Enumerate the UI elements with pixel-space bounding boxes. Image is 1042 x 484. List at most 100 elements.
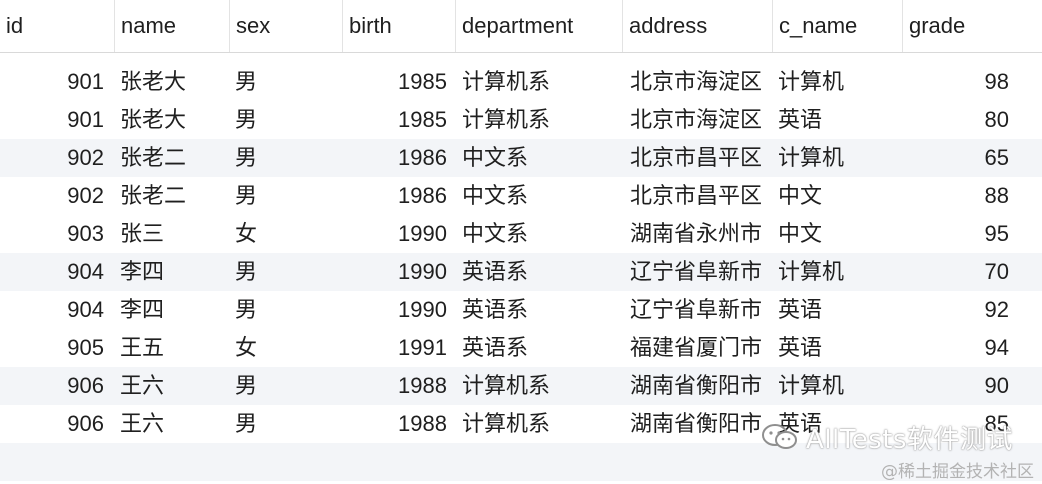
cell-sex[interactable]: 男	[235, 367, 335, 405]
cell-c-name[interactable]: 英语	[778, 291, 898, 329]
cell-sex[interactable]: 男	[235, 177, 335, 215]
cell-grade[interactable]: 90	[905, 367, 1013, 405]
column-header-sex[interactable]: sex	[230, 0, 343, 52]
cell-address[interactable]: 北京市海淀区	[630, 63, 775, 101]
cell-grade[interactable]: 94	[905, 329, 1013, 367]
cell-grade[interactable]: 65	[905, 139, 1013, 177]
cell-department[interactable]: 英语系	[462, 329, 622, 367]
cell-address[interactable]: 北京市昌平区	[630, 177, 775, 215]
cell-name[interactable]: 李四	[120, 291, 225, 329]
column-header-c-name[interactable]: c_name	[773, 0, 903, 52]
cell-grade[interactable]: 80	[905, 101, 1013, 139]
grid-header: id name sex birth department address c_n…	[0, 0, 1042, 53]
cell-c-name[interactable]: 计算机	[778, 367, 898, 405]
cell-grade[interactable]: 70	[905, 253, 1013, 291]
cell-department[interactable]: 中文系	[462, 139, 622, 177]
table-row[interactable]: 901 张老大男 1985 计算机系 北京市海淀区 计算机 98	[0, 63, 1042, 101]
cell-c-name[interactable]: 中文	[778, 177, 898, 215]
cell-address[interactable]: 北京市海淀区	[630, 101, 775, 139]
table-row[interactable]: 903 张三女 1990 中文系 湖南省永州市 中文 95	[0, 215, 1042, 253]
cell-sex[interactable]: 男	[235, 101, 335, 139]
cell-c-name[interactable]: 计算机	[778, 139, 898, 177]
cell-department[interactable]: 计算机系	[462, 405, 622, 443]
table-row[interactable]: 904 李四男 1990 英语系 辽宁省阜新市 英语 92	[0, 291, 1042, 329]
cell-department[interactable]: 英语系	[462, 253, 622, 291]
cell-grade[interactable]: 92	[905, 291, 1013, 329]
cell-id[interactable]: 905	[0, 329, 108, 367]
column-header-department[interactable]: department	[456, 0, 623, 52]
cell-sex[interactable]: 女	[235, 329, 335, 367]
cell-id[interactable]: 901	[0, 63, 108, 101]
cell-c-name[interactable]: 计算机	[778, 253, 898, 291]
table-row[interactable]: 902 张老二男 1986 中文系 北京市昌平区 计算机 65	[0, 139, 1042, 177]
column-header-id[interactable]: id	[0, 0, 115, 52]
cell-grade[interactable]: 95	[905, 215, 1013, 253]
watermark: AllTests软件测试	[760, 420, 1030, 455]
cell-sex[interactable]: 男	[235, 291, 335, 329]
cell-c-name[interactable]: 中文	[778, 215, 898, 253]
cell-department[interactable]: 中文系	[462, 215, 622, 253]
cell-c-name[interactable]: 计算机	[778, 63, 898, 101]
table-row[interactable]: 902 张老二男 1986 中文系 北京市昌平区 中文 88	[0, 177, 1042, 215]
cell-sex[interactable]: 女	[235, 215, 335, 253]
cell-id[interactable]: 902	[0, 177, 108, 215]
cell-birth[interactable]: 1986	[343, 139, 451, 177]
cell-sex[interactable]: 男	[235, 63, 335, 101]
watermark-text: AllTests软件测试	[806, 424, 1013, 455]
table-row[interactable]: 901 张老大男 1985 计算机系 北京市海淀区 英语 80	[0, 101, 1042, 139]
cell-address[interactable]: 湖南省衡阳市	[630, 367, 775, 405]
cell-birth[interactable]: 1988	[343, 405, 451, 443]
source-label: @稀土掘金技术社区	[881, 462, 1034, 482]
cell-id[interactable]: 906	[0, 367, 108, 405]
cell-id[interactable]: 902	[0, 139, 108, 177]
cell-id[interactable]: 904	[0, 253, 108, 291]
cell-birth[interactable]: 1990	[343, 253, 451, 291]
table-row[interactable]: 905 王五女 1991 英语系 福建省厦门市 英语 94	[0, 329, 1042, 367]
cell-birth[interactable]: 1990	[343, 291, 451, 329]
cell-department[interactable]: 英语系	[462, 291, 622, 329]
cell-c-name[interactable]: 英语	[778, 329, 898, 367]
cell-birth[interactable]: 1991	[343, 329, 451, 367]
cell-name[interactable]: 张老二	[120, 177, 225, 215]
cell-c-name[interactable]: 英语	[778, 101, 898, 139]
table-row[interactable]: 904 李四男 1990 英语系 辽宁省阜新市 计算机 70	[0, 253, 1042, 291]
cell-address[interactable]: 北京市昌平区	[630, 139, 775, 177]
result-grid: id name sex birth department address c_n…	[0, 0, 1042, 481]
cell-grade[interactable]: 88	[905, 177, 1013, 215]
cell-name[interactable]: 张三	[120, 215, 225, 253]
column-header-birth[interactable]: birth	[343, 0, 456, 52]
cell-department[interactable]: 计算机系	[462, 367, 622, 405]
cell-id[interactable]: 901	[0, 101, 108, 139]
cell-sex[interactable]: 男	[235, 139, 335, 177]
cell-name[interactable]: 王六	[120, 405, 225, 443]
cell-address[interactable]: 福建省厦门市	[630, 329, 775, 367]
cell-sex[interactable]: 男	[235, 405, 335, 443]
table-row[interactable]: 906 王六男 1988 计算机系 湖南省衡阳市 计算机 90	[0, 367, 1042, 405]
cell-grade[interactable]: 98	[905, 63, 1013, 101]
cell-name[interactable]: 张老大	[120, 101, 225, 139]
cell-birth[interactable]: 1986	[343, 177, 451, 215]
cell-name[interactable]: 李四	[120, 253, 225, 291]
cell-sex[interactable]: 男	[235, 253, 335, 291]
cell-name[interactable]: 张老大	[120, 63, 225, 101]
column-header-address[interactable]: address	[623, 0, 773, 52]
cell-birth[interactable]: 1985	[343, 63, 451, 101]
column-header-name[interactable]: name	[115, 0, 230, 52]
cell-address[interactable]: 辽宁省阜新市	[630, 253, 775, 291]
column-header-grade[interactable]: grade	[903, 0, 1042, 52]
cell-department[interactable]: 中文系	[462, 177, 622, 215]
cell-department[interactable]: 计算机系	[462, 101, 622, 139]
cell-id[interactable]: 906	[0, 405, 108, 443]
cell-birth[interactable]: 1988	[343, 367, 451, 405]
cell-birth[interactable]: 1990	[343, 215, 451, 253]
cell-id[interactable]: 903	[0, 215, 108, 253]
cell-name[interactable]: 王六	[120, 367, 225, 405]
cell-name[interactable]: 王五	[120, 329, 225, 367]
cell-department[interactable]: 计算机系	[462, 63, 622, 101]
cell-id[interactable]: 904	[0, 291, 108, 329]
cell-address[interactable]: 辽宁省阜新市	[630, 291, 775, 329]
cell-address[interactable]: 湖南省衡阳市	[630, 405, 775, 443]
cell-address[interactable]: 湖南省永州市	[630, 215, 775, 253]
cell-birth[interactable]: 1985	[343, 101, 451, 139]
cell-name[interactable]: 张老二	[120, 139, 225, 177]
